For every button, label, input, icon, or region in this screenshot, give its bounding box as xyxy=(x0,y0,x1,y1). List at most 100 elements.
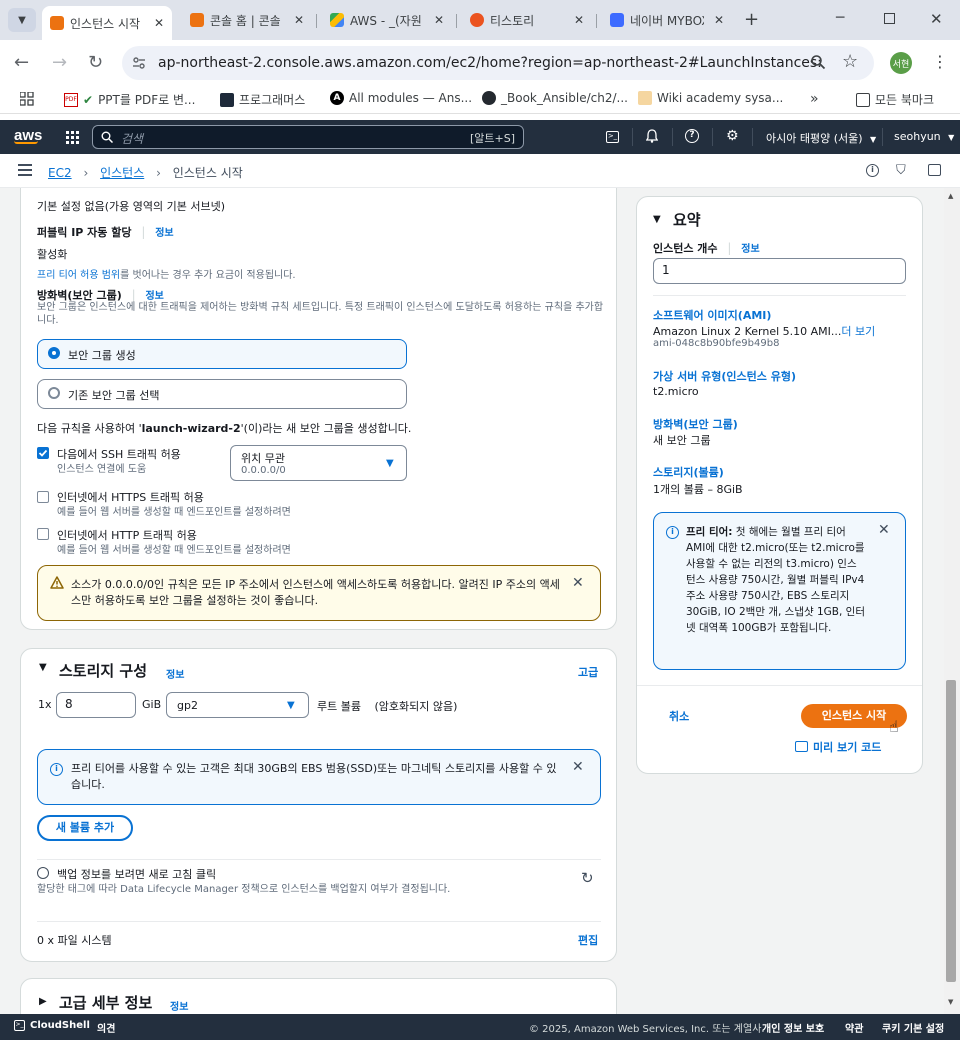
summary-storage-link[interactable]: 스토리지(볼륨) xyxy=(653,464,724,480)
zoom-icon[interactable] xyxy=(810,54,826,70)
notifications-bell-icon[interactable] xyxy=(646,129,658,143)
services-grid-icon[interactable] xyxy=(66,131,79,144)
tab-launch-instances[interactable]: 인스턴스 시작 ✕ xyxy=(42,6,172,40)
hamburger-menu-icon[interactable] xyxy=(18,164,32,176)
ami-more-link[interactable]: 더 보기 xyxy=(841,325,875,338)
tab-search-button[interactable]: ▼ xyxy=(8,8,36,32)
summary-firewall-link[interactable]: 방화벽(보안 그룹) xyxy=(653,416,738,432)
https-checkbox[interactable] xyxy=(37,491,49,503)
help-icon[interactable]: ? xyxy=(685,129,699,143)
close-icon[interactable]: ✕ xyxy=(572,759,584,775)
storage-advanced-link[interactable]: 고급 xyxy=(578,664,598,680)
settings-gear-icon[interactable]: ⚙ xyxy=(726,128,739,144)
breadcrumb-instances-link[interactable]: 인스턴스 xyxy=(100,166,144,180)
cloudshell-icon[interactable]: >_ xyxy=(606,131,619,143)
close-window-button[interactable]: ✕ xyxy=(930,10,943,28)
instance-count-input[interactable]: 1 xyxy=(653,258,906,284)
cancel-button[interactable]: 취소 xyxy=(669,708,689,724)
maximize-button[interactable] xyxy=(884,13,895,24)
apps-grid-icon[interactable] xyxy=(20,92,34,106)
shield-icon[interactable]: ⛉ xyxy=(896,163,906,178)
region-selector[interactable]: 아시아 태평양 (서울) ▼ xyxy=(766,130,876,146)
close-icon[interactable]: ✕ xyxy=(294,13,304,27)
footer-privacy-link[interactable]: 개인 정보 보호 xyxy=(762,1020,824,1035)
summary-instance-type-link[interactable]: 가상 서버 유형(인스턴스 유형) xyxy=(653,368,796,384)
create-security-group-option[interactable]: 보안 그룹 생성 xyxy=(37,339,407,369)
browser-menu-icon[interactable]: ⋮ xyxy=(932,52,948,71)
bookmark-programmers[interactable]: 프로그래머스 xyxy=(220,91,305,108)
tab-tistory[interactable]: 티스토리 ✕ xyxy=(462,6,592,34)
collapse-caret-down-icon[interactable]: ▼ xyxy=(653,214,661,225)
bookmark-github-book[interactable]: _Book_Ansible/ch2/... xyxy=(482,91,628,105)
collapse-caret-down-icon[interactable]: ▼ xyxy=(39,662,47,673)
minimize-button[interactable]: ─ xyxy=(836,10,844,26)
info-panel-icon[interactable]: i xyxy=(866,164,879,177)
bookmark-star-icon[interactable]: ☆ xyxy=(842,51,858,72)
preview-code-button[interactable]: 미리 보기 코드 xyxy=(795,739,881,755)
tab-google-drive[interactable]: AWS - _(자원 ✕ xyxy=(322,6,452,34)
site-settings-icon[interactable] xyxy=(132,56,146,70)
refresh-icon[interactable]: ↻ xyxy=(581,869,594,887)
bookmark-label: All modules — Ans... xyxy=(349,91,473,105)
select-existing-security-group-option[interactable]: 기존 보안 그룹 선택 xyxy=(37,379,407,409)
breadcrumb-ec2-link[interactable]: EC2 xyxy=(48,166,72,180)
https-description: 예를 들어 웹 서버를 생성할 때 엔드포인트를 설정하려면 xyxy=(57,507,291,518)
close-icon[interactable]: ✕ xyxy=(154,16,164,30)
add-volume-button[interactable]: 새 볼륨 추가 xyxy=(37,815,133,841)
feedback-panel-icon[interactable] xyxy=(928,164,941,176)
instance-count-value: 1 xyxy=(662,263,670,277)
bookmark-ansible-modules[interactable]: A All modules — Ans... xyxy=(330,91,472,105)
back-button[interactable]: ← xyxy=(14,52,29,73)
scroll-up-arrow-icon[interactable]: ▲ xyxy=(948,192,953,200)
more-bookmarks-chevron-icon[interactable]: » xyxy=(810,91,819,107)
radio-unselected[interactable] xyxy=(48,387,60,399)
storage-panel: ▼ 스토리지 구성 정보 고급 1x 8 GiB gp2 ▼ 루트 볼륨 (암호… xyxy=(20,648,617,962)
url-text[interactable]: ap-northeast-2.console.aws.amazon.com/ec… xyxy=(158,55,822,71)
volume-size-input[interactable]: 8 xyxy=(56,692,136,718)
close-icon[interactable]: ✕ xyxy=(572,575,584,591)
close-icon[interactable]: ✕ xyxy=(878,522,890,538)
footer-terms-link[interactable]: 약관 xyxy=(845,1020,863,1035)
account-menu[interactable]: seohyun ▼ xyxy=(894,130,954,143)
advanced-info-link[interactable]: 정보 xyxy=(170,998,188,1013)
scroll-down-arrow-icon[interactable]: ▼ xyxy=(948,998,953,1006)
all-bookmarks-folder[interactable]: 모든 북마크 xyxy=(856,91,934,108)
bookmark-label: Wiki academy sysa... xyxy=(657,91,784,105)
aws-logo[interactable]: aws xyxy=(14,127,42,144)
bookmark-ppt-pdf[interactable]: PDF ✔ PPT를 PDF로 변... xyxy=(64,91,195,108)
ssh-checkbox[interactable] xyxy=(37,447,49,459)
instance-count-info-link[interactable]: 정보 xyxy=(741,244,759,255)
footer-cookies-link[interactable]: 쿠키 기본 설정 xyxy=(882,1020,944,1035)
scrollbar-thumb[interactable] xyxy=(946,680,956,982)
footer-cloudshell-link[interactable]: CloudShell xyxy=(30,1020,90,1031)
tab-console-home[interactable]: 콘솔 홈 | 콘솔 ✕ xyxy=(182,6,312,34)
close-icon[interactable]: ✕ xyxy=(434,13,444,27)
filesystems-edit-link[interactable]: 편집 xyxy=(578,932,598,948)
expand-caret-right-icon[interactable]: ▶ xyxy=(39,996,47,1007)
bookmark-wiki-academy[interactable]: Wiki academy sysa... xyxy=(638,91,783,105)
caret-down-icon: ▼ xyxy=(386,458,394,469)
profile-avatar[interactable]: 서현 xyxy=(890,52,912,74)
footer-feedback-link[interactable]: 의견 xyxy=(97,1020,115,1035)
public-ip-info-link[interactable]: 정보 xyxy=(155,228,173,239)
http-checkbox[interactable] xyxy=(37,528,49,540)
aws-footer: >_ CloudShell 의견 © 2025, Amazon Web Serv… xyxy=(0,1014,960,1040)
aws-search-input[interactable]: 검색 [알트+S] xyxy=(92,125,524,149)
tab-label: 네이버 MYBOX xyxy=(630,13,704,28)
new-tab-button[interactable]: + xyxy=(744,9,759,30)
reload-button[interactable]: ↻ xyxy=(88,52,103,73)
close-icon[interactable]: ✕ xyxy=(714,13,724,27)
advanced-details-panel[interactable]: ▶ 고급 세부 정보 정보 xyxy=(20,978,617,1014)
forward-button[interactable]: → xyxy=(52,52,67,73)
tab-naver-mybox[interactable]: 네이버 MYBOX ✕ xyxy=(602,6,732,34)
ssh-source-select[interactable]: 위치 무관 0.0.0.0/0 ▼ xyxy=(230,445,407,481)
bookmarks-bar: PDF ✔ PPT를 PDF로 변... 프로그래머스 A All module… xyxy=(0,86,960,114)
rule-note-prefix: 다음 규칙을 사용하여 ' xyxy=(37,422,142,435)
volume-type-select[interactable]: gp2 ▼ xyxy=(166,692,309,718)
summary-ami-link[interactable]: 소프트웨어 이미지(AMI) xyxy=(653,307,771,323)
free-tier-link[interactable]: 프리 티어 허용 범위 xyxy=(37,270,120,281)
storage-info-link[interactable]: 정보 xyxy=(166,666,184,681)
firewall-description: 보안 그룹은 인스턴스에 대한 트래픽을 제어하는 방화벽 규칙 세트입니다. … xyxy=(37,302,604,326)
radio-selected[interactable] xyxy=(48,347,60,359)
close-icon[interactable]: ✕ xyxy=(574,13,584,27)
